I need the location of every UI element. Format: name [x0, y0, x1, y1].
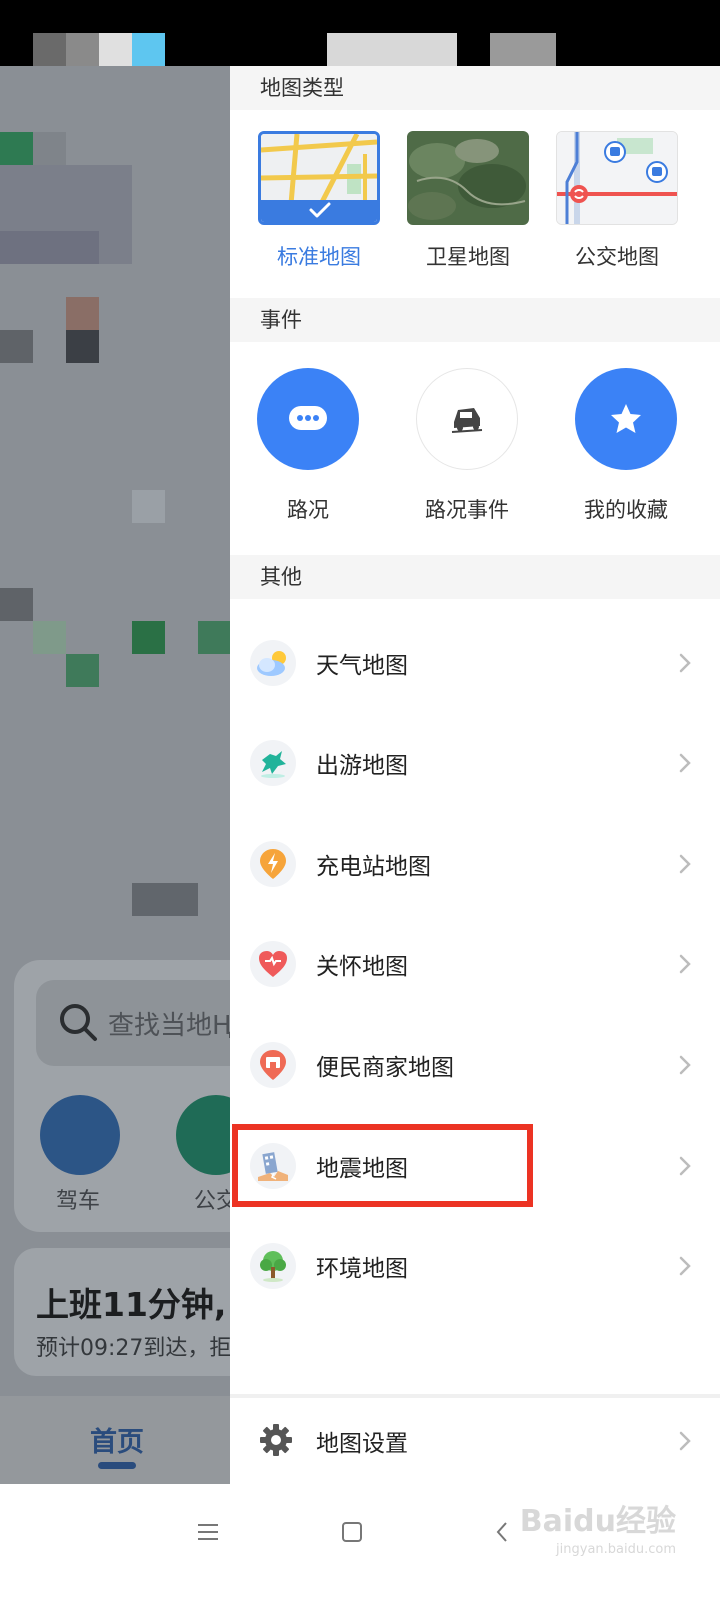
search-icon [60, 1004, 97, 1041]
map-type-bus[interactable]: 公交地图 [556, 131, 678, 271]
map-tile [66, 297, 99, 330]
watermark: Baidu经验 jingyan.baidu.com [520, 1496, 676, 1557]
standard-map-thumbnail [258, 131, 380, 225]
section-header-map-types: 地图类型 [230, 66, 720, 110]
row-care-map[interactable]: 关怀地图 [230, 915, 720, 1015]
event-traffic[interactable]: 路况 [248, 368, 368, 524]
bus-map-icon [557, 132, 677, 224]
status-bar [0, 0, 720, 66]
blurred-status-block [99, 33, 132, 66]
event-traffic-incidents[interactable]: 路况事件 [407, 368, 527, 524]
map-tile [0, 588, 33, 621]
settings-label: 地图设置 [316, 1431, 408, 1457]
car-accident-icon [416, 368, 518, 470]
map-type-satellite[interactable]: 卫星地图 [407, 131, 529, 271]
row-weather-map[interactable]: 天气地图 [230, 614, 720, 714]
map-tile [0, 132, 33, 165]
map-tile [33, 621, 66, 654]
row-label: 天气地图 [316, 653, 408, 679]
chevron-right-icon [679, 653, 691, 673]
blurred-status-block [33, 33, 66, 66]
chat-bubble-icon [257, 368, 359, 470]
highlight-box [232, 1124, 533, 1207]
background-commute-title: 上班11分钟, [36, 1285, 227, 1324]
blurred-status-block [66, 33, 99, 66]
chevron-right-icon [679, 854, 691, 874]
background-drive-button [40, 1095, 120, 1175]
section-title-events: 事件 [260, 308, 302, 332]
event-label: 路况 [287, 498, 329, 522]
row-charging-map[interactable]: 充电站地图 [230, 815, 720, 915]
background-search-placeholder: 查找当地Ң [108, 1011, 232, 1041]
event-label: 我的收藏 [584, 498, 668, 522]
row-label: 便民商家地图 [316, 1055, 454, 1081]
system-nav-bar: Baidu经验 jingyan.baidu.com [0, 1484, 720, 1600]
chevron-right-icon [679, 1055, 691, 1075]
row-label: 出游地图 [316, 753, 408, 779]
map-tile [132, 883, 198, 916]
row-label: 关怀地图 [316, 954, 408, 980]
satellite-map-thumbnail [407, 131, 529, 225]
event-favorites[interactable]: 我的收藏 [566, 368, 686, 524]
map-tile [0, 231, 99, 264]
map-tile [66, 654, 99, 687]
background-home-tab: 首页 [90, 1427, 144, 1458]
charging-station-icon [250, 841, 296, 887]
weather-icon [250, 640, 296, 686]
map-type-label: 公交地图 [575, 245, 659, 269]
section-header-events: 事件 [230, 298, 720, 342]
blurred-status-block [490, 33, 556, 66]
map-tile [132, 621, 165, 654]
map-tile [198, 621, 231, 654]
horse-icon [250, 740, 296, 786]
section-title-map-types: 地图类型 [260, 76, 344, 100]
shop-icon [250, 1042, 296, 1088]
map-type-label: 标准地图 [277, 245, 361, 269]
section-header-others: 其他 [230, 555, 720, 599]
chevron-right-icon [679, 1156, 691, 1176]
chevron-right-icon [679, 1256, 691, 1276]
background-home-tab-indicator [98, 1462, 136, 1469]
row-label: 环境地图 [316, 1256, 408, 1282]
home-button[interactable] [332, 1512, 372, 1552]
star-icon [575, 368, 677, 470]
chevron-right-icon [679, 753, 691, 773]
event-label: 路况事件 [425, 498, 509, 522]
row-label: 充电站地图 [316, 854, 431, 880]
menu-button[interactable] [188, 1512, 228, 1552]
heart-icon [250, 941, 296, 987]
map-type-label: 卫星地图 [426, 245, 510, 269]
gear-icon [260, 1424, 292, 1456]
menu-icon [198, 1524, 218, 1540]
satellite-map-icon [407, 131, 529, 225]
back-arrow-icon [496, 1522, 507, 1542]
row-merchant-map[interactable]: 便民商家地图 [230, 1016, 720, 1116]
map-tile [33, 132, 66, 165]
chevron-right-icon [679, 954, 691, 974]
back-button[interactable] [482, 1512, 522, 1552]
tree-icon [250, 1243, 296, 1289]
row-environment-map[interactable]: 环境地图 [230, 1217, 720, 1317]
map-type-standard[interactable]: 标准地图 [258, 131, 380, 271]
blurred-status-block [132, 33, 165, 66]
background-drive-label: 驾车 [56, 1189, 101, 1214]
standard-map-icon [261, 134, 377, 222]
blurred-status-block [327, 33, 457, 66]
background-commute-subtitle: 预计09:27到达，拒 [36, 1336, 232, 1361]
row-map-settings[interactable]: 地图设置 [230, 1398, 720, 1484]
row-travel-map[interactable]: 出游地图 [230, 714, 720, 814]
section-title-others: 其他 [260, 565, 302, 589]
bus-map-thumbnail [556, 131, 678, 225]
home-square-icon [342, 1522, 362, 1542]
map-layers-panel: 地图类型 标准地图 卫星地图 公交地图 事件 路况 路况事件 我的收藏 其他 天… [230, 66, 720, 1484]
map-tile [0, 330, 33, 363]
map-tile [132, 490, 165, 523]
watermark-main: Baidu经验 [519, 1504, 676, 1539]
chevron-right-icon [679, 1431, 691, 1451]
watermark-sub: jingyan.baidu.com [556, 1542, 676, 1557]
map-tile [66, 330, 99, 363]
